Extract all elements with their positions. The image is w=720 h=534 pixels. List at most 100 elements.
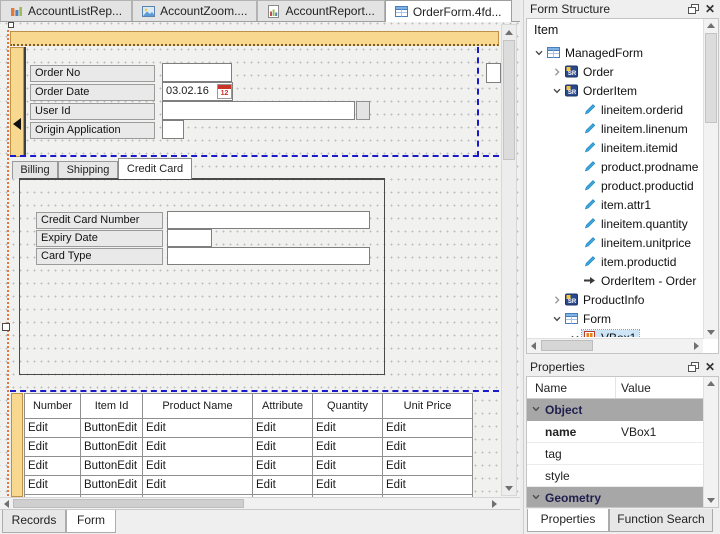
table-cell-widget[interactable]: Edit [313, 457, 383, 476]
card-tab-credit-card[interactable]: Credit Card [118, 158, 192, 179]
table-cell-widget[interactable]: Edit [25, 476, 81, 495]
column-header[interactable]: Quantity [313, 394, 383, 419]
document-tab[interactable]: OrderForm.4fd... [385, 0, 512, 22]
table-cell-widget[interactable]: Edit [143, 438, 253, 457]
table-cell-widget[interactable]: Edit [143, 419, 253, 438]
document-tab-label: AccountReport... [285, 4, 374, 18]
scroll-up-arrow[interactable] [502, 25, 516, 39]
form-designer-canvas[interactable]: Order NoOrder Date03.02.1612User IdOrigi… [0, 22, 520, 497]
table-cell-widget[interactable]: ButtonEdit [81, 438, 143, 457]
table-cell-widget[interactable]: Edit [25, 419, 81, 438]
scroll-right-arrow[interactable] [488, 498, 500, 509]
scrollbar-thumb[interactable] [541, 340, 593, 351]
edit-widget[interactable] [167, 229, 212, 247]
scroll-up-arrow[interactable] [704, 19, 718, 32]
tree-vertical-scrollbar[interactable] [703, 19, 718, 339]
table-cell-widget[interactable]: Edit [253, 438, 313, 457]
tree-node-body: lineitem.itemid [582, 140, 681, 156]
tree-node-lineitem-unitprice[interactable]: lineitem.unitprice [527, 233, 702, 252]
canvas-horizontal-scrollbar[interactable] [0, 497, 520, 509]
edit-widget[interactable] [167, 247, 370, 265]
tree-node-managedform[interactable]: ManagedForm [527, 43, 702, 62]
table-cell-widget[interactable]: Edit [383, 419, 473, 438]
view-tab-form[interactable]: Form [66, 510, 116, 533]
table-cell-widget[interactable]: Edit [383, 457, 473, 476]
chevron-right-icon[interactable] [549, 67, 564, 77]
table-cell-widget[interactable]: Edit [25, 457, 81, 476]
scroll-down-arrow[interactable] [704, 494, 718, 507]
column-header[interactable]: Item Id [81, 394, 143, 419]
tree-node-item-attr1[interactable]: item.attr1 [527, 195, 702, 214]
tree-node-order[interactable]: SROrder [527, 62, 702, 81]
chevron-down-icon[interactable] [531, 48, 546, 58]
table-cell-widget[interactable]: Edit [253, 476, 313, 495]
chevron-down-icon[interactable] [549, 314, 564, 324]
tree-node-product-productid[interactable]: product.productid [527, 176, 702, 195]
tree-node-body: SROrder [564, 64, 617, 80]
scrollbar-thumb[interactable] [13, 499, 244, 508]
tree-node-lineitem-orderid[interactable]: lineitem.orderid [527, 100, 702, 119]
field-icon [583, 236, 597, 249]
table-cell-widget[interactable]: Edit [313, 476, 383, 495]
column-header[interactable]: Attribute [253, 394, 313, 419]
column-header[interactable]: Product Name [143, 394, 253, 419]
property-section-geometry[interactable]: Geometry [527, 487, 703, 508]
chevron-down-icon[interactable] [549, 86, 564, 96]
tree-node-body: product.prodname [582, 159, 701, 175]
tree-node-item-productid[interactable]: item.productid [527, 252, 702, 271]
table-cell-widget[interactable]: ButtonEdit [81, 457, 143, 476]
scroll-right-arrow[interactable] [690, 339, 703, 352]
tree-horizontal-scrollbar[interactable] [527, 338, 703, 353]
property-value[interactable]: VBox1 [615, 425, 703, 439]
tree-node-lineitem-quantity[interactable]: lineitem.quantity [527, 214, 702, 233]
table-cell-widget[interactable]: Edit [313, 419, 383, 438]
column-header[interactable]: Unit Price [383, 394, 473, 419]
document-tab[interactable]: AccountZoom.... [132, 0, 257, 21]
float-panel-icon[interactable] [688, 4, 699, 14]
tree-node-orderitem[interactable]: SROrderItem [527, 81, 702, 100]
tree-node-lineitem-linenum[interactable]: lineitem.linenum [527, 119, 702, 138]
tree-node-orderitem-order[interactable]: OrderItem - Order [527, 271, 702, 290]
vbox-icon [583, 331, 597, 337]
document-tab[interactable]: AccountReport... [257, 0, 384, 21]
canvas-vertical-scrollbar[interactable] [501, 24, 517, 496]
view-tab-records[interactable]: Records [2, 510, 66, 533]
table-cell-widget[interactable]: Edit [383, 476, 473, 495]
scroll-left-arrow[interactable] [527, 339, 540, 352]
table-cell-widget[interactable]: Edit [143, 476, 253, 495]
property-section-object[interactable]: Object [527, 399, 703, 421]
scroll-down-arrow[interactable] [704, 326, 718, 339]
panel-tab-properties[interactable]: Properties [527, 509, 609, 532]
tree-node-form[interactable]: Form [527, 309, 702, 328]
table-cell-widget[interactable]: Edit [25, 438, 81, 457]
tree-node-lineitem-itemid[interactable]: lineitem.itemid [527, 138, 702, 157]
edit-widget[interactable] [167, 211, 370, 229]
table-cell-widget[interactable]: Edit [383, 438, 473, 457]
table-cell-widget[interactable]: Edit [313, 438, 383, 457]
table-cell-widget[interactable]: Edit [253, 457, 313, 476]
scrollbar-thumb[interactable] [705, 33, 717, 123]
scroll-up-arrow[interactable] [704, 377, 718, 390]
scroll-left-arrow[interactable] [0, 498, 12, 509]
tree-node-body: lineitem.linenum [582, 121, 691, 137]
tree-node-product-prodname[interactable]: product.prodname [527, 157, 702, 176]
chevron-right-icon[interactable] [549, 295, 564, 305]
scroll-down-arrow[interactable] [502, 481, 516, 495]
table-cell-widget[interactable]: ButtonEdit [81, 419, 143, 438]
tree-node-vbox1[interactable]: VBox1 [527, 328, 702, 337]
close-panel-icon[interactable]: ✕ [705, 4, 715, 14]
column-header[interactable]: Number [25, 394, 81, 419]
panel-tab-function-search[interactable]: Function Search [609, 509, 713, 532]
close-panel-icon[interactable]: ✕ [705, 362, 715, 372]
table-cell-widget[interactable]: ButtonEdit [81, 476, 143, 495]
chevron-down-icon [531, 491, 541, 505]
float-panel-icon[interactable] [688, 362, 699, 372]
table-cell-widget[interactable]: Edit [143, 457, 253, 476]
properties-vertical-scrollbar[interactable] [703, 377, 718, 507]
document-tab[interactable]: AccountListRep... [0, 0, 132, 21]
table-cell-widget[interactable]: Edit [253, 419, 313, 438]
scrollbar-thumb[interactable] [503, 40, 515, 160]
chevron-down-icon[interactable] [567, 333, 582, 338]
tree-node-label: product.prodname [601, 160, 698, 174]
tree-node-productinfo[interactable]: SRProductInfo [527, 290, 702, 309]
